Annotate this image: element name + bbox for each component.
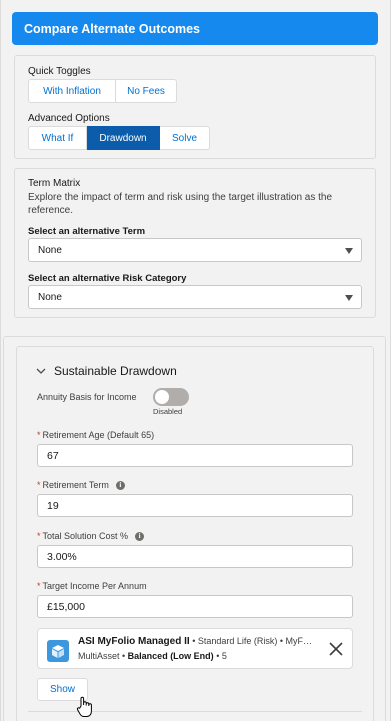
info-icon[interactable]: i	[115, 480, 125, 490]
product-title: ASI MyFolio Managed II	[78, 636, 190, 647]
product-icon	[47, 640, 69, 662]
annuity-basis-toggle[interactable]	[153, 388, 189, 406]
quick-toggles-label: Quick Toggles	[28, 66, 91, 77]
what-if-button[interactable]: What If	[28, 126, 87, 150]
section-toggle[interactable]: Sustainable Drawdown	[36, 364, 177, 378]
product-title-line: ASI MyFolio Managed II • Standard Life (…	[78, 636, 312, 647]
retirement-term-label: * Retirement Term i	[37, 480, 125, 490]
quick-toggles-group: With Inflation No Fees	[28, 79, 177, 103]
hand-cursor-icon	[76, 696, 92, 717]
product-line2-bold: Balanced (Low End)	[127, 651, 214, 661]
page-title: Compare Alternate Outcomes	[12, 12, 378, 45]
required-marker: *	[37, 531, 41, 541]
chevron-down-icon	[345, 248, 353, 254]
solution-cost-label: * Total Solution Cost % i	[37, 531, 145, 541]
product-subtitle-line: MultiAsset • Balanced (Low End) • 5	[78, 651, 227, 661]
product-meta: • Standard Life (Risk) • MyF…	[189, 636, 313, 646]
solution-cost-label-text: Total Solution Cost %	[42, 531, 129, 541]
solution-cost-input[interactable]: 3.00%	[37, 545, 353, 568]
toggle-knob	[155, 390, 169, 404]
product-line2-suffix: • 5	[213, 651, 227, 661]
term-matrix-description-line1: Explore the impact of term and risk usin…	[28, 192, 333, 203]
term-matrix-title: Term Matrix	[28, 178, 81, 189]
drawdown-button[interactable]: Drawdown	[87, 126, 160, 150]
info-icon[interactable]: i	[135, 531, 145, 541]
required-marker: *	[37, 581, 41, 591]
advanced-options-label: Advanced Options	[28, 113, 110, 124]
chevron-down-icon	[345, 295, 353, 301]
product-line2-prefix: MultiAsset •	[78, 651, 128, 661]
retirement-age-label: * Retirement Age (Default 65)	[37, 430, 154, 440]
alternative-risk-label: Select an alternative Risk Category	[28, 273, 187, 284]
target-income-label: * Target Income Per Annum	[37, 581, 147, 591]
required-marker: *	[37, 480, 41, 490]
no-fees-button[interactable]: No Fees	[116, 79, 177, 103]
target-income-label-text: Target Income Per Annum	[42, 581, 147, 591]
solve-button[interactable]: Solve	[160, 126, 210, 150]
required-marker: *	[37, 430, 41, 440]
section-title: Sustainable Drawdown	[54, 364, 177, 378]
alternative-risk-value: None	[38, 292, 62, 303]
cube-icon	[52, 645, 64, 658]
with-inflation-button[interactable]: With Inflation	[28, 79, 116, 103]
close-icon[interactable]	[329, 642, 343, 656]
retirement-age-input[interactable]: 67	[37, 444, 353, 467]
alternative-term-value: None	[38, 245, 62, 256]
advanced-options-group: What If Drawdown Solve	[28, 126, 210, 150]
product-tile[interactable]: ASI MyFolio Managed II • Standard Life (…	[37, 628, 353, 669]
retirement-term-input[interactable]: 19	[37, 494, 353, 517]
toggle-state-label: Disabled	[153, 407, 183, 416]
alternative-term-select[interactable]: None	[28, 238, 362, 262]
retirement-term-label-text: Retirement Term	[42, 480, 109, 490]
chevron-down-icon	[36, 368, 46, 374]
annuity-basis-label: Annuity Basis for Income	[37, 392, 137, 402]
target-income-input[interactable]: £15,000	[37, 595, 353, 618]
retirement-age-label-text: Retirement Age (Default 65)	[42, 430, 155, 440]
alternative-risk-select[interactable]: None	[28, 285, 362, 309]
term-matrix-description-line2: reference.	[28, 205, 74, 216]
alternative-term-label: Select an alternative Term	[28, 226, 146, 237]
